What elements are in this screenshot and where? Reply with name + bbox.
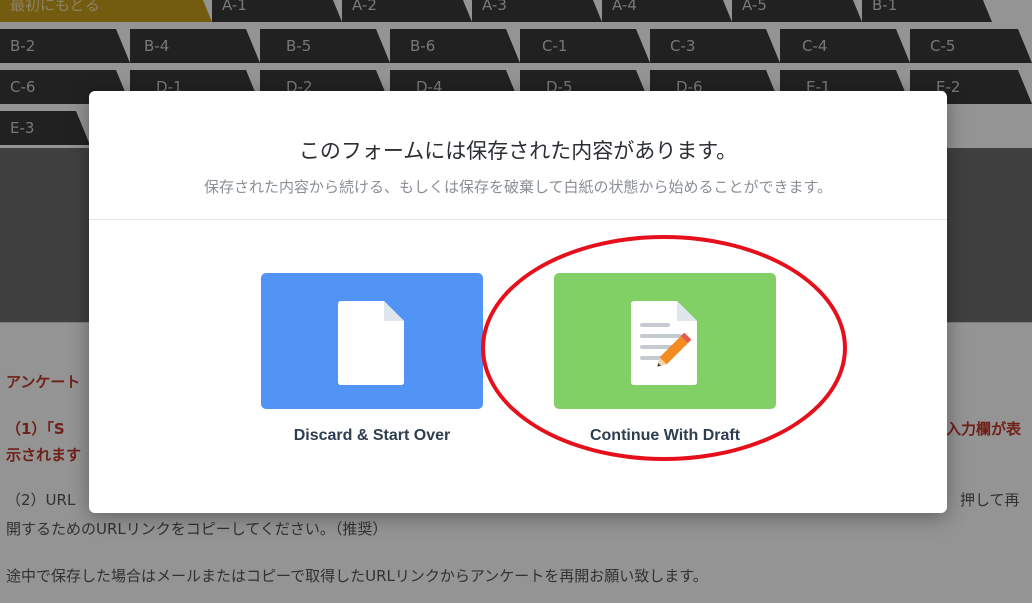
continue-with-draft-label[interactable]: Continue With Draft [515,427,815,445]
blank-document-icon [338,301,404,385]
edit-document-icon [631,301,697,385]
discard-start-over-button[interactable] [261,273,483,409]
dialog-title: このフォームには保存された内容があります。 [298,139,738,163]
dialog-divider [89,219,947,220]
discard-start-over-label[interactable]: Discard & Start Over [222,427,522,445]
continue-with-draft-button[interactable] [554,273,776,409]
saved-draft-dialog: このフォームには保存された内容があります。 保存された内容から続ける、もしくは保… [89,91,947,513]
dialog-subtitle: 保存された内容から続ける、もしくは保存を破棄して白紙の状態から始めることができま… [203,178,833,196]
